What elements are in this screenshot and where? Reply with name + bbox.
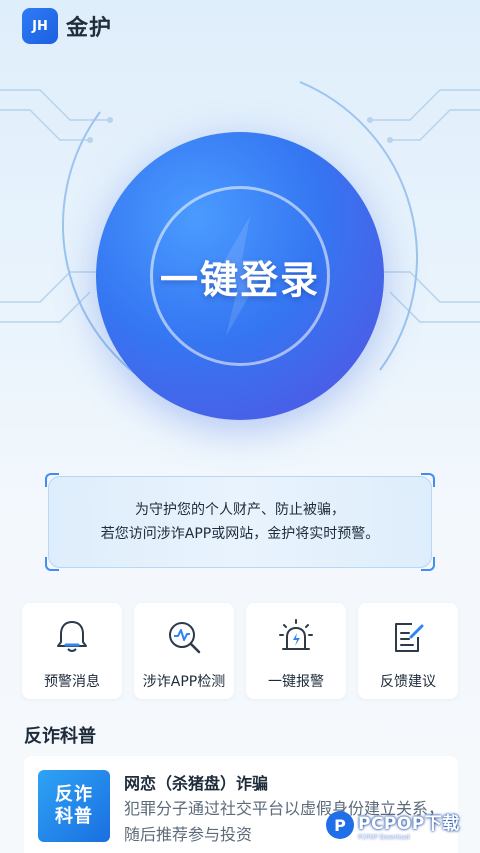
watermark-logo: P bbox=[326, 811, 354, 839]
feature-warning-messages[interactable]: 预警消息 bbox=[22, 603, 122, 699]
app-logo: JH bbox=[22, 8, 58, 44]
feature-label: 反馈建议 bbox=[380, 674, 436, 690]
thumb-line-2: 科普 bbox=[55, 806, 93, 827]
feature-label: 预警消息 bbox=[44, 674, 100, 690]
article-title: 网恋（杀猪盘）诈骗 bbox=[124, 774, 269, 793]
login-label: 一键登录 bbox=[159, 257, 320, 302]
watermark: P PCPOP下载 PCPOP Download bbox=[326, 800, 476, 850]
notice-line-2: 若您访问涉诈APP或网站，金护将实时预警。 bbox=[100, 526, 380, 542]
protection-notice: 为守护您的个人财产、防止被骗， 若您访问涉诈APP或网站，金护将实时预警。 bbox=[45, 473, 435, 571]
app-name: 金护 bbox=[66, 16, 113, 41]
hero-section: 一键登录 bbox=[0, 52, 480, 432]
notice-corner bbox=[45, 557, 59, 571]
thumb-line-1: 反诈 bbox=[55, 784, 93, 805]
search-pulse-icon bbox=[169, 622, 201, 654]
feature-feedback[interactable]: 反馈建议 bbox=[358, 603, 458, 699]
bell-icon bbox=[57, 621, 87, 652]
watermark-text: PCPOP下载 bbox=[358, 814, 460, 834]
feature-label: 涉诈APP检测 bbox=[142, 674, 226, 690]
article-thumbnail: 反诈 科普 bbox=[38, 770, 110, 842]
feature-one-click-alarm[interactable]: 一键报警 bbox=[246, 603, 346, 699]
notice-corner bbox=[421, 473, 435, 487]
siren-icon bbox=[279, 619, 313, 650]
notice-line-1: 为守护您的个人财产、防止被骗， bbox=[135, 502, 345, 518]
feature-grid: 预警消息 涉诈APP检测 一键报警 反馈建议 bbox=[22, 603, 458, 699]
feature-fraud-app-detection[interactable]: 涉诈APP检测 bbox=[134, 603, 234, 699]
notice-corner bbox=[45, 473, 59, 487]
app-header: JH 金护 bbox=[0, 0, 480, 52]
feature-label: 一键报警 bbox=[268, 674, 324, 690]
edit-note-icon bbox=[395, 623, 424, 652]
one-click-login-button[interactable]: 一键登录 bbox=[96, 132, 384, 420]
watermark-subtext: PCPOP Download bbox=[358, 834, 410, 841]
notice-corner bbox=[421, 557, 435, 571]
section-title: 反诈科普 bbox=[24, 726, 96, 747]
